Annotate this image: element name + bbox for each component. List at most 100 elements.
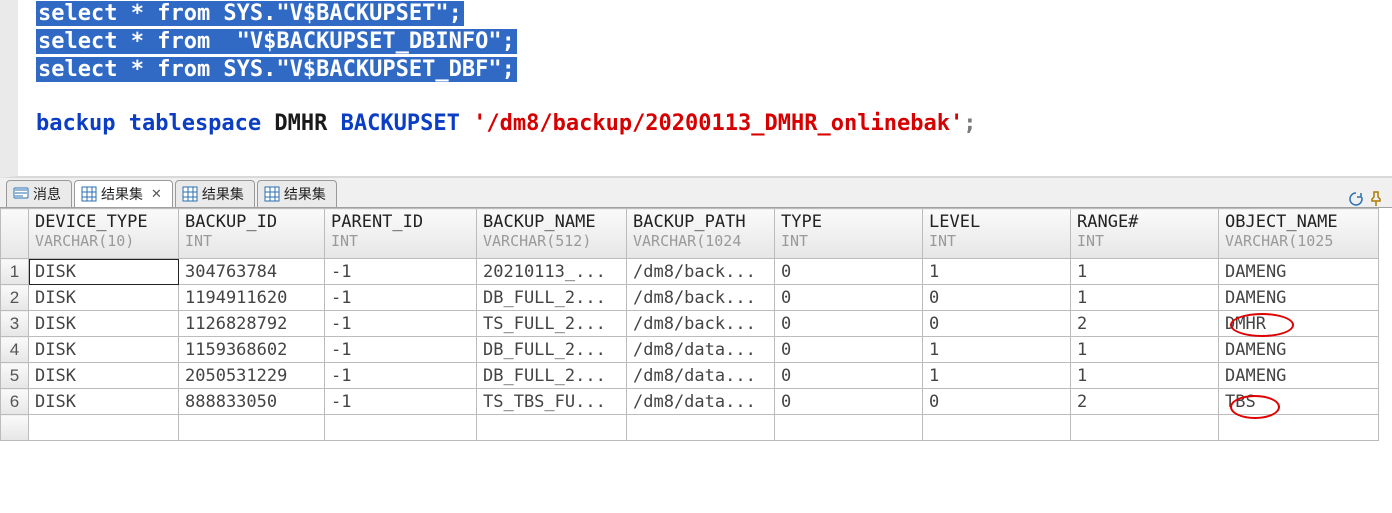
cell[interactable]: 1: [923, 337, 1071, 363]
row-number[interactable]: 4: [1, 337, 29, 363]
table-row[interactable]: 3 DISK 1126828792 -1 TS_FULL_2... /dm8/b…: [1, 311, 1379, 337]
col-header-backup-name[interactable]: BACKUP_NAMEVARCHAR(512): [477, 209, 627, 259]
cell[interactable]: /dm8/data...: [627, 337, 775, 363]
cell[interactable]: 2: [1071, 311, 1219, 337]
cell[interactable]: /dm8/data...: [627, 363, 775, 389]
col-header-type[interactable]: TYPEINT: [775, 209, 923, 259]
table-row[interactable]: 6 DISK 888833050 -1 TS_TBS_FU... /dm8/da…: [1, 389, 1379, 415]
results-tab-bar: 消息 结果集 ✕ 结果集 结果集: [0, 178, 1392, 208]
cell[interactable]: DISK: [29, 337, 179, 363]
cell[interactable]: 0: [775, 389, 923, 415]
cell[interactable]: DISK: [29, 311, 179, 337]
tab-messages[interactable]: 消息: [6, 180, 72, 207]
cell[interactable]: -1: [325, 311, 477, 337]
cell[interactable]: DB_FULL_2...: [477, 337, 627, 363]
cell[interactable]: DMHR: [1219, 311, 1379, 337]
cell[interactable]: -1: [325, 259, 477, 285]
col-header-object-name[interactable]: OBJECT_NAMEVARCHAR(1025: [1219, 209, 1379, 259]
table-row[interactable]: 5 DISK 2050531229 -1 DB_FULL_2... /dm8/d…: [1, 363, 1379, 389]
row-number[interactable]: 5: [1, 363, 29, 389]
cell[interactable]: DISK: [29, 389, 179, 415]
cell[interactable]: 1: [1071, 259, 1219, 285]
cell[interactable]: DB_FULL_2...: [477, 363, 627, 389]
cell[interactable]: -1: [325, 337, 477, 363]
tab-label: 消息: [33, 184, 61, 204]
close-icon[interactable]: ✕: [151, 186, 162, 202]
tab-label: 结果集: [101, 184, 143, 204]
row-number[interactable]: 2: [1, 285, 29, 311]
cell[interactable]: 304763784: [179, 259, 325, 285]
pin-icon[interactable]: [1368, 191, 1384, 207]
cell[interactable]: 1126828792: [179, 311, 325, 337]
grid-icon: [182, 186, 198, 202]
cell[interactable]: -1: [325, 389, 477, 415]
grid-icon: [81, 186, 97, 202]
corner-header: [1, 209, 29, 259]
cell[interactable]: 1: [1071, 285, 1219, 311]
data-table[interactable]: DEVICE_TYPEVARCHAR(10) BACKUP_IDINT PARE…: [0, 208, 1379, 441]
cell[interactable]: 20210113_...: [477, 259, 627, 285]
cell[interactable]: /dm8/back...: [627, 259, 775, 285]
row-number[interactable]: 6: [1, 389, 29, 415]
code-line-4[interactable]: backup tablespace DMHR BACKUPSET '/dm8/b…: [18, 110, 1392, 138]
tab-resultset-3[interactable]: 结果集: [257, 180, 337, 207]
row-number[interactable]: 1: [1, 259, 29, 285]
tab-resultset-2[interactable]: 结果集: [175, 180, 255, 207]
cell[interactable]: 1194911620: [179, 285, 325, 311]
code-line-2[interactable]: select * from "V$BACKUPSET_DBINFO";: [36, 29, 517, 54]
cell[interactable]: 0: [923, 285, 1071, 311]
cell[interactable]: 1: [923, 259, 1071, 285]
cell[interactable]: DAMENG: [1219, 363, 1379, 389]
cell[interactable]: DISK: [29, 363, 179, 389]
code-line-1[interactable]: select * from SYS."V$BACKUPSET";: [36, 1, 464, 26]
tab-label: 结果集: [202, 184, 244, 204]
cell[interactable]: 0: [775, 311, 923, 337]
table-row[interactable]: 1 DISK 304763784 -1 20210113_... /dm8/ba…: [1, 259, 1379, 285]
cell[interactable]: 0: [923, 311, 1071, 337]
cell[interactable]: 0: [923, 389, 1071, 415]
col-header-device-type[interactable]: DEVICE_TYPEVARCHAR(10): [29, 209, 179, 259]
cell[interactable]: 1: [1071, 363, 1219, 389]
cell[interactable]: TBS: [1219, 389, 1379, 415]
cell[interactable]: 1: [1071, 337, 1219, 363]
table-row-empty: [1, 415, 1379, 441]
cell[interactable]: DAMENG: [1219, 285, 1379, 311]
cell[interactable]: 888833050: [179, 389, 325, 415]
cell[interactable]: 1: [923, 363, 1071, 389]
message-icon: [13, 186, 29, 202]
cell[interactable]: DB_FULL_2...: [477, 285, 627, 311]
cell[interactable]: 1159368602: [179, 337, 325, 363]
cell[interactable]: TS_FULL_2...: [477, 311, 627, 337]
refresh-icon[interactable]: [1348, 191, 1364, 207]
col-header-backup-path[interactable]: BACKUP_PATHVARCHAR(1024: [627, 209, 775, 259]
col-header-level[interactable]: LEVELINT: [923, 209, 1071, 259]
table-row[interactable]: 2 DISK 1194911620 -1 DB_FULL_2... /dm8/b…: [1, 285, 1379, 311]
cell[interactable]: 2: [1071, 389, 1219, 415]
cell[interactable]: 0: [775, 363, 923, 389]
cell[interactable]: /dm8/back...: [627, 285, 775, 311]
col-header-parent-id[interactable]: PARENT_IDINT: [325, 209, 477, 259]
col-header-backup-id[interactable]: BACKUP_IDINT: [179, 209, 325, 259]
grid-icon: [264, 186, 280, 202]
sql-editor[interactable]: select * from SYS."V$BACKUPSET"; select …: [0, 0, 1392, 178]
table-row[interactable]: 4 DISK 1159368602 -1 DB_FULL_2... /dm8/d…: [1, 337, 1379, 363]
cell[interactable]: /dm8/back...: [627, 311, 775, 337]
cell[interactable]: DISK: [29, 285, 179, 311]
cell[interactable]: DAMENG: [1219, 259, 1379, 285]
cell[interactable]: /dm8/data...: [627, 389, 775, 415]
results-grid[interactable]: DEVICE_TYPEVARCHAR(10) BACKUP_IDINT PARE…: [0, 208, 1392, 441]
tab-resultset-1[interactable]: 结果集 ✕: [74, 180, 173, 207]
row-number[interactable]: 3: [1, 311, 29, 337]
cell[interactable]: DISK: [29, 259, 179, 285]
cell[interactable]: 2050531229: [179, 363, 325, 389]
cell[interactable]: TS_TBS_FU...: [477, 389, 627, 415]
cell[interactable]: 0: [775, 259, 923, 285]
cell[interactable]: DAMENG: [1219, 337, 1379, 363]
code-line-3[interactable]: select * from SYS."V$BACKUPSET_DBF";: [36, 57, 517, 82]
cell[interactable]: 0: [775, 285, 923, 311]
tab-label: 结果集: [284, 184, 326, 204]
col-header-range[interactable]: RANGE#INT: [1071, 209, 1219, 259]
cell[interactable]: -1: [325, 285, 477, 311]
cell[interactable]: -1: [325, 363, 477, 389]
cell[interactable]: 0: [775, 337, 923, 363]
